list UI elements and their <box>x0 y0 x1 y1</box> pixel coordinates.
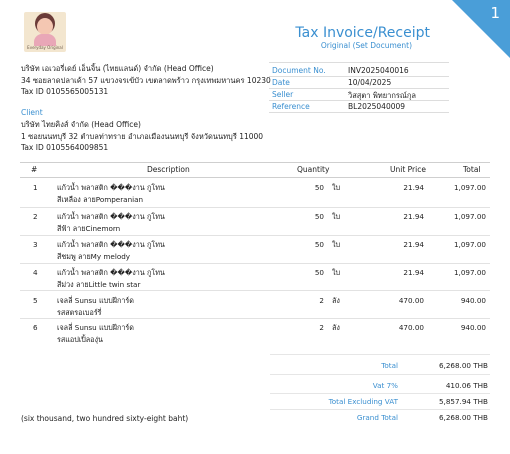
document-title: Tax Invoice/Receipt <box>295 25 430 41</box>
row-num: 1 <box>33 183 38 192</box>
row-desc-line1: แก้วน้ำ พลาสติก ���งาน กูโทน <box>57 268 165 277</box>
row-unit: ลัง <box>332 296 340 305</box>
row-unit: ใบ <box>332 240 341 249</box>
summary-value-total: 6,268.00 THB <box>438 361 488 370</box>
meta-label-date: Date <box>272 78 290 87</box>
row-qty: 2 <box>319 296 324 305</box>
summary-label-grand-total: Grand Total <box>356 413 398 422</box>
row-num: 6 <box>33 323 38 332</box>
row-unit: ใบ <box>332 183 341 192</box>
row-desc-line1: เจลลี่ Sunsu แบบฝีการ์ด <box>57 296 134 305</box>
row-total: 1,097.00 <box>453 240 486 249</box>
meta-value-date: 10/04/2025 <box>348 78 392 87</box>
row-desc-line1: แก้วน้ำ พลาสติก ���งาน กูโทน <box>57 212 165 221</box>
row-desc-line1: แก้วน้ำ พลาสติก ���งาน กูโทน <box>57 183 165 192</box>
col-header-total: Total <box>463 165 481 174</box>
meta-value-reference: BL2025040009 <box>348 102 406 111</box>
meta-value-document-no: INV2025040016 <box>348 66 409 75</box>
meta-label-reference: Reference <box>272 102 310 111</box>
summary-label-excl-vat: Total Excluding VAT <box>328 397 398 406</box>
col-header-unit-price: Unit Price <box>390 165 426 174</box>
row-total: 1,097.00 <box>453 212 486 221</box>
logo-figure <box>37 18 53 35</box>
row-price: 21.94 <box>403 183 424 192</box>
seller-address: 34 ซอยลาดปลาเค้า 57 แขวงจรเข้บัว เขตลาดพ… <box>21 76 271 85</box>
seller-tax-id: Tax ID 0105565005131 <box>21 87 109 96</box>
meta-label-seller: Seller <box>272 90 294 99</box>
row-price: 21.94 <box>403 240 424 249</box>
row-unit: ใบ <box>332 212 341 221</box>
row-total: 1,097.00 <box>453 268 486 277</box>
row-num: 3 <box>33 240 38 249</box>
row-num: 2 <box>33 212 38 221</box>
row-desc-line2: รสแอปเปิ้ลองุ่น <box>57 335 103 344</box>
summary-value-grand-total: 6,268.00 THB <box>438 413 488 422</box>
row-unit: ลัง <box>332 323 340 332</box>
row-price: 21.94 <box>403 268 424 277</box>
col-header-description: Description <box>147 165 190 174</box>
page-number: 1 <box>490 4 500 22</box>
row-total: 1,097.00 <box>453 183 486 192</box>
client-name: บริษัท ไทยคิงส์ จำกัด (Head Office) <box>21 120 141 129</box>
seller-name: บริษัท เอเวอรี่เดย์ เอ็นจิ้น (ไทยแลนด์) … <box>21 64 214 73</box>
amount-in-words: (six thousand, two hundred sixty-eight b… <box>21 414 189 423</box>
row-qty: 2 <box>319 323 324 332</box>
row-qty: 50 <box>314 212 324 221</box>
document-subtitle: Original (Set Document) <box>320 41 412 50</box>
logo-text: Everyday Original <box>27 45 63 50</box>
summary-value-excl-vat: 5,857.94 THB <box>438 397 488 406</box>
row-num: 4 <box>33 268 38 277</box>
company-logo: Everyday Original <box>24 12 66 52</box>
summary-label-total: Total <box>381 361 398 370</box>
page-corner-ribbon <box>452 0 510 58</box>
client-tax-id: Tax ID 0105564009851 <box>21 143 109 152</box>
client-heading: Client <box>21 108 43 117</box>
row-qty: 50 <box>314 268 324 277</box>
client-address: 1 ซอยนนทบุรี 32 ตำบลท่าทราย อำเภอเมืองนน… <box>21 132 264 141</box>
row-desc-line2: สีเหลือง ลายPomperanian <box>57 195 144 204</box>
col-header-quantity: Quantity <box>297 165 330 174</box>
row-price: 470.00 <box>398 323 424 332</box>
meta-label-document-no: Document No. <box>272 66 326 75</box>
row-total: 940.00 <box>460 323 486 332</box>
row-desc-line1: เจลลี่ Sunsu แบบฝีการ์ด <box>57 323 134 332</box>
row-total: 940.00 <box>460 296 486 305</box>
col-header-num: # <box>31 165 38 174</box>
row-price: 21.94 <box>403 212 424 221</box>
row-desc-line1: แก้วน้ำ พลาสติก ���งาน กูโทน <box>57 240 165 249</box>
row-qty: 50 <box>314 183 324 192</box>
row-num: 5 <box>33 296 38 305</box>
row-qty: 50 <box>314 240 324 249</box>
row-desc-line2: สีชมพู ลายMy melody <box>57 252 131 261</box>
summary-label-vat: Vat 7% <box>372 381 398 390</box>
row-price: 470.00 <box>398 296 424 305</box>
summary-value-vat: 410.06 THB <box>445 381 488 390</box>
row-unit: ใบ <box>332 268 341 277</box>
row-desc-line2: สีฟ้า ลายCinemorn <box>57 224 121 233</box>
